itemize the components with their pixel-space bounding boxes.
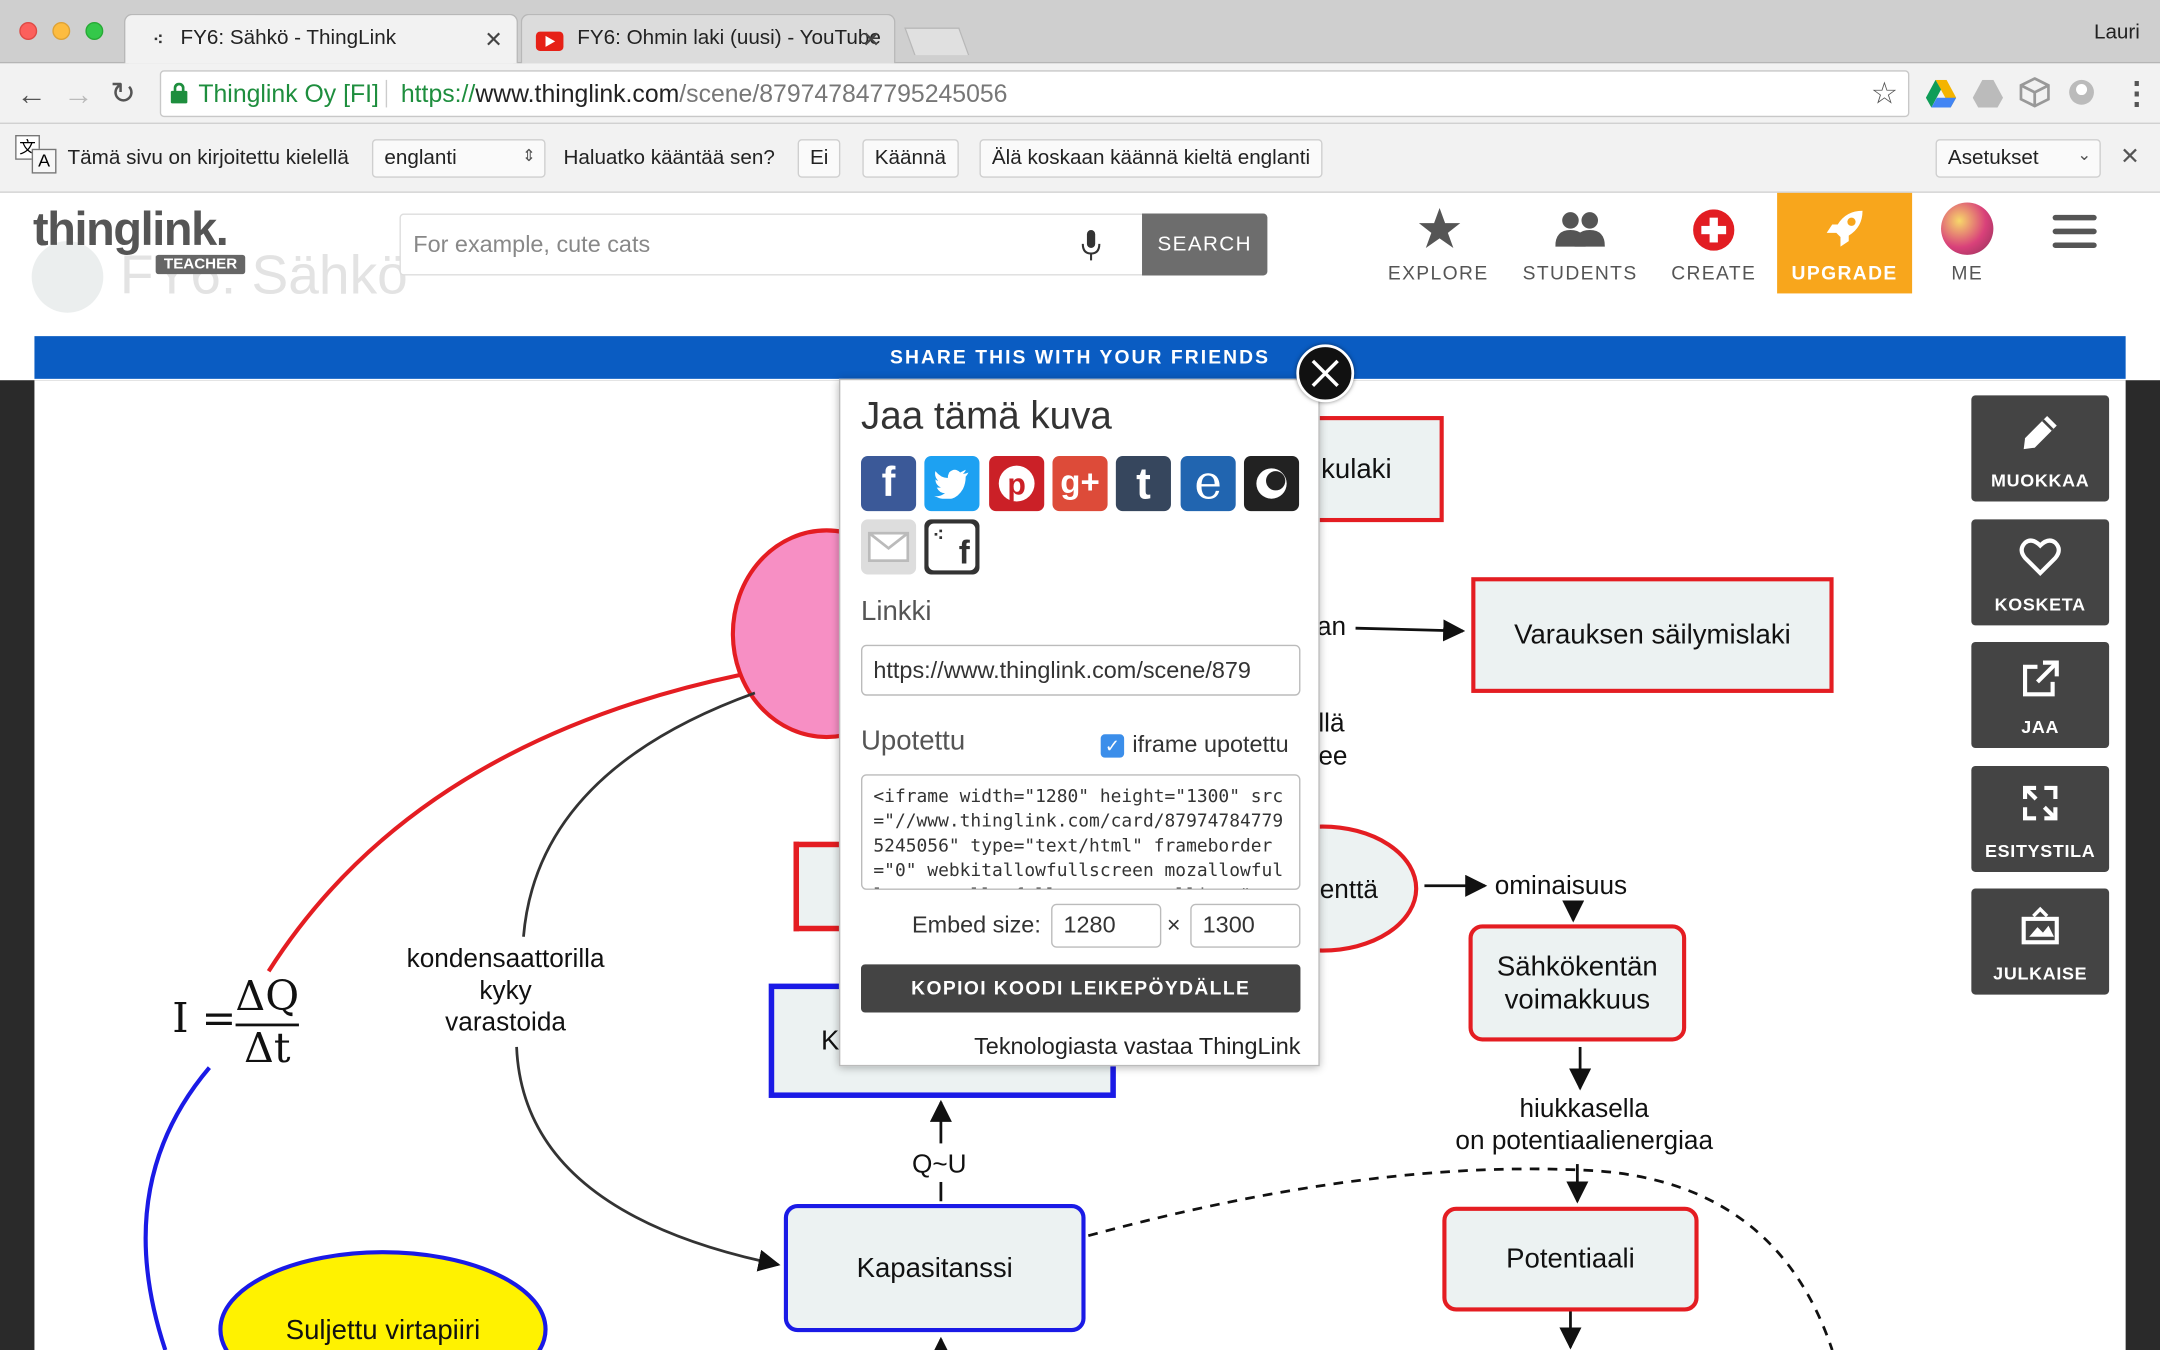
twitter-share-button[interactable] [924,455,980,512]
share-label: JAA [2021,716,2060,738]
pinterest-share-button[interactable]: p [989,455,1045,512]
publish-button[interactable]: JULKAISE [1971,888,2110,995]
formula-denominator: Δt [244,1024,291,1074]
hiukkasella-label: hiukkasella on potentiaalienergiaa [1435,1094,1733,1157]
facebook-icon: f [881,460,896,506]
suljettu-label[interactable]: Suljettu virtapiiri [220,1316,545,1348]
googleplus-share-button[interactable]: g+ [1052,455,1108,512]
iframe-checkbox[interactable]: ✓ [1100,734,1125,758]
potentiaali-label: Potentiaali [1506,1243,1635,1275]
share-button[interactable]: JAA [1971,641,2110,749]
red-curve [266,673,741,973]
touch-label: KOSKETA [1994,593,2086,615]
link-input[interactable]: https://www.thinglink.com/scene/879 [861,644,1301,696]
touch-button[interactable]: KOSKETA [1971,519,2110,626]
embed-code-textarea[interactable]: <iframe width="1280" height="1300" src="… [861,774,1301,890]
iframe-checkbox-label: iframe upotettu [1132,731,1289,758]
q-u-label: Q~U [911,1150,967,1180]
share-icon [2023,660,2059,697]
powered-by-link[interactable]: Teknologiasta vastaa ThingLink [861,1033,1300,1061]
classroom-share-button[interactable] [1243,455,1300,512]
twitter-bird-icon [934,469,969,499]
publish-label: JULKAISE [1993,962,2088,984]
times-symbol: × [1166,911,1181,939]
edit-button[interactable]: MUOKKAA [1971,395,2110,502]
mail-icon [867,531,910,563]
arrow-to-varauksen [1355,619,1466,642]
close-icon [1311,359,1339,387]
entta-label: enttä [1319,876,1378,906]
googleplus-icon: g+ [1060,464,1100,502]
close-modal-button[interactable] [1296,344,1355,403]
an-label: an [1316,613,1347,642]
tumblr-share-button[interactable]: t [1115,455,1171,512]
black-curve-bottom [515,1046,781,1272]
blue-curve [143,1066,211,1350]
kapasitanssi-label: Kapasitanssi [856,1252,1013,1284]
formula-numerator: ΔQ [235,972,300,1021]
lla-label: llä [1318,709,1345,739]
share-banner: SHARE THIS WITH YOUR FRIENDS [34,336,2126,379]
formula-lhs: I = [172,994,237,1043]
potentiaali-node[interactable]: Potentiaali [1442,1206,1699,1312]
svg-text:p: p [1007,469,1026,502]
embed-label: Upotettu [861,725,966,757]
sahkokentan-node[interactable]: Sähkökentän voimakkuus [1468,924,1687,1042]
kondensaattorilla-line1: kondensaattorilla [406,945,605,974]
embed-size-label: Embed size: [911,911,1041,939]
modal-title: Jaa tämä kuva [861,393,1112,437]
ominaisuus-label: ominaisuus [1494,872,1628,901]
share-modal: Jaa tämä kuva f p g+ t e ⁖ f Linkki https… [838,378,1320,1067]
kondensaattorilla-line3: varastoida [445,1008,566,1038]
thinglink-facebook-share-button[interactable]: ⁖ f [924,519,980,575]
fullscreen-icon [2023,785,2058,821]
kapasitanssi-node[interactable]: Kapasitanssi [783,1204,1086,1333]
copy-code-button[interactable]: KOPIOI KOODI LEIKEPÖYDÄLLE [861,964,1301,1013]
email-share-button[interactable] [861,519,917,575]
varauksen-node[interactable]: Varauksen säilymislaki [1471,577,1834,693]
pinterest-icon: p [998,465,1035,502]
ee-label: ee [1318,742,1348,772]
swirl-icon [1256,468,1287,499]
embed-height-input[interactable]: 1300 [1190,903,1301,948]
k-label: K [821,1025,840,1056]
hiukkasella-line1: hiukkasella [1519,1095,1649,1125]
kondensaattorilla-label: kondensaattorilla kyky varastoida [388,944,622,1039]
edmodo-share-button[interactable]: e [1180,455,1236,512]
sahkokentan-line1: Sähkökentän [1496,951,1658,982]
edit-label: MUOKKAA [1991,469,2090,491]
presentation-label: ESITYSTILA [1985,840,2096,861]
presentation-button[interactable]: ESITYSTILA [1971,765,2110,873]
embed-width-input[interactable]: 1280 [1051,903,1162,948]
sahkokentan-line2: voimakkuus [1504,984,1651,1015]
varauksen-label: Varauksen säilymislaki [1514,619,1791,651]
tumblr-icon: t [1136,458,1151,508]
link-label: Linkki [861,596,932,627]
kondensaattorilla-line2: kyky [479,976,532,1006]
kulaki-label: kulaki [1321,453,1392,485]
edmodo-icon: e [1194,455,1223,512]
heart-icon [2019,538,2061,577]
pencil-icon [2023,416,2057,450]
publish-icon [2021,906,2059,945]
hiukkasella-line2: on potentiaalienergiaa [1455,1126,1714,1156]
facebook-share-button[interactable]: f [861,455,917,512]
thinglink-f-icon: ⁖ f [928,523,976,572]
